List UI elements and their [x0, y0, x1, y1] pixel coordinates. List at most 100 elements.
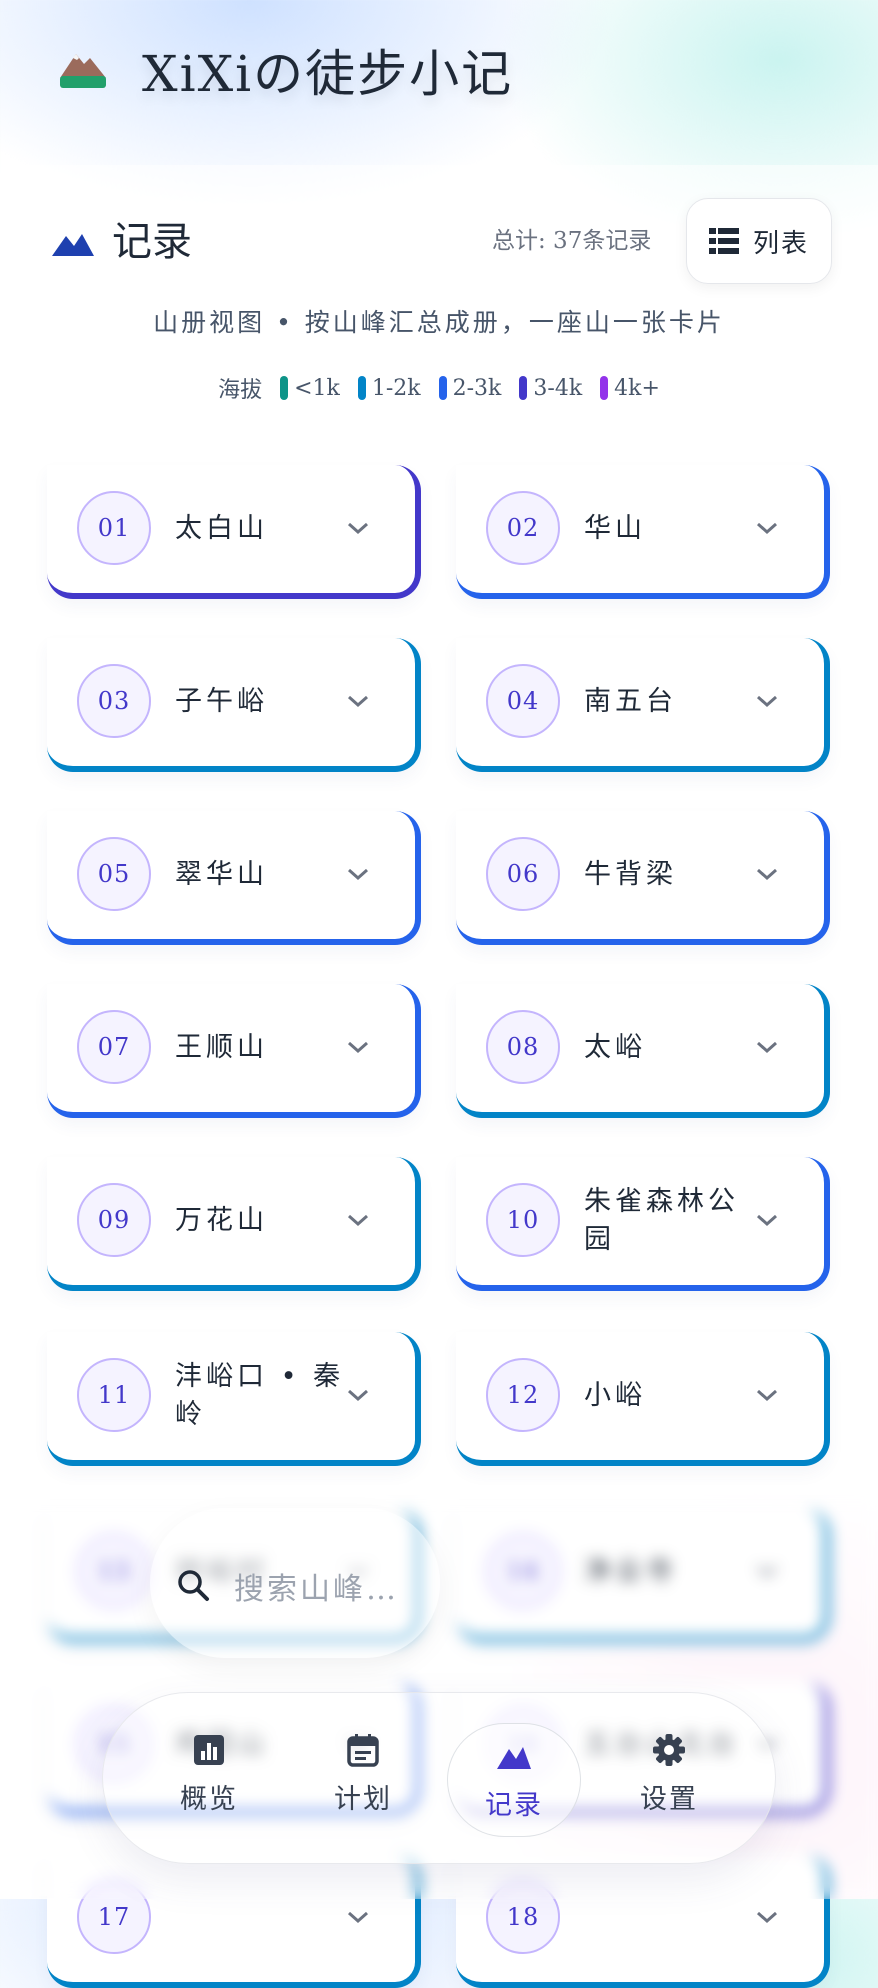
search-input[interactable]: 搜索山峰… — [150, 1508, 440, 1658]
mountain-card[interactable]: 05 翠华山 — [47, 811, 421, 945]
card-number-badge: 07 — [77, 1010, 151, 1084]
view-subtitle: 山册视图 • 按山峰汇总成册，一座山一张卡片 — [153, 308, 725, 337]
card-number-badge: 11 — [77, 1358, 151, 1432]
legend-item-label: 3-4k — [533, 375, 583, 401]
card-number-badge: 06 — [486, 837, 560, 911]
gear-icon — [653, 1734, 685, 1766]
mountain-card[interactable]: 03 子午峪 — [47, 638, 421, 772]
card-name: 太峪 — [584, 1032, 646, 1063]
card-name: 小峪 — [584, 1380, 646, 1411]
app-title: XiXiの徒步小记 — [142, 45, 514, 103]
chevron-down-icon[interactable] — [754, 1908, 780, 1926]
search-placeholder: 搜索山峰… — [234, 1572, 399, 1607]
mountain-card[interactable]: 11 沣峪口 • 秦岭 — [47, 1332, 421, 1466]
card-number-badge: 10 — [486, 1183, 560, 1257]
mountain-card[interactable]: 08 太峪 — [456, 984, 830, 1118]
chevron-down-icon[interactable] — [754, 865, 780, 883]
card-number-badge: 12 — [486, 1358, 560, 1432]
calendar-icon — [347, 1734, 379, 1767]
card-name: 王顺山 — [175, 1032, 268, 1063]
legend-label: 海拔 — [218, 378, 263, 403]
legend-swatch — [280, 376, 289, 400]
chevron-down-icon[interactable] — [345, 1908, 371, 1926]
nav-settings[interactable]: 设置 — [609, 1733, 729, 1833]
mountain-card[interactable]: 10 朱雀森林公园 — [456, 1157, 830, 1291]
legend-item: 1-2k — [357, 375, 421, 401]
legend-item-label: 2-3k — [452, 375, 502, 401]
legend-item: <1k — [280, 376, 340, 401]
card-number-badge: 17 — [77, 1880, 151, 1954]
nav-plan-label: 计划 — [334, 1784, 392, 1815]
card-number-badge: 04 — [486, 664, 560, 738]
bottom-nav: 概览 计划 记录 设置 — [102, 1692, 776, 1864]
nav-records-label: 记录 — [485, 1789, 543, 1821]
card-name: 净业寺 — [584, 1556, 677, 1587]
chevron-down-icon[interactable] — [345, 1211, 371, 1229]
card-number-badge: 05 — [77, 837, 151, 911]
card-number-badge: 08 — [486, 1010, 560, 1084]
legend-swatch — [438, 376, 447, 400]
card-name: 华山 — [584, 513, 646, 544]
mountain-card[interactable]: 02 华山 — [456, 465, 830, 599]
list-view-label: 列表 — [752, 228, 809, 259]
mountain-card[interactable]: 01 太白山 — [47, 465, 421, 599]
list-view-button[interactable]: 列表 — [686, 198, 832, 284]
mountain-section-icon — [52, 234, 94, 256]
card-name: 万花山 — [175, 1205, 268, 1236]
card-name: 沣峪口 • 秦岭 — [175, 1361, 345, 1430]
legend-item: 4k+ — [600, 376, 660, 401]
chevron-down-icon[interactable] — [754, 1562, 780, 1580]
total-count: 总计: 37条记录 — [492, 228, 652, 254]
mountain-card[interactable]: 14 净业寺 — [456, 1508, 830, 1642]
legend-swatch — [600, 376, 609, 400]
chevron-down-icon[interactable] — [345, 1038, 371, 1056]
mountain-logo-icon — [60, 54, 106, 88]
mountain-card[interactable]: 07 王顺山 — [47, 984, 421, 1118]
altitude-legend: 海拔 <1k 1-2k 2-3k 3-4k 4k+ — [0, 372, 878, 404]
mountain-icon — [497, 1746, 531, 1769]
chevron-down-icon[interactable] — [754, 519, 780, 537]
legend-item-label: 4k+ — [614, 375, 660, 401]
card-number-badge: 13 — [77, 1534, 151, 1608]
chevron-down-icon[interactable] — [345, 1386, 371, 1404]
card-name: 南五台 — [584, 686, 677, 717]
card-name: 子午峪 — [175, 686, 268, 717]
nav-overview[interactable]: 概览 — [149, 1733, 269, 1833]
chart-icon — [194, 1735, 224, 1765]
nav-plan[interactable]: 计划 — [303, 1733, 423, 1833]
mountain-card[interactable]: 09 万花山 — [47, 1157, 421, 1291]
mountain-card[interactable]: 17 — [47, 1854, 421, 1988]
chevron-down-icon[interactable] — [754, 1211, 780, 1229]
mountain-card[interactable]: 12 小峪 — [456, 1332, 830, 1466]
chevron-down-icon[interactable] — [345, 865, 371, 883]
mountain-card[interactable]: 04 南五台 — [456, 638, 830, 772]
card-name: 太白山 — [175, 513, 268, 544]
chevron-down-icon[interactable] — [754, 1038, 780, 1056]
card-number-badge: 18 — [486, 1880, 560, 1954]
nav-records[interactable]: 记录 — [447, 1723, 581, 1837]
card-number-badge: 14 — [486, 1534, 560, 1608]
mountain-card[interactable]: 18 — [456, 1854, 830, 1988]
card-name: 翠华山 — [175, 859, 268, 890]
legend-item: 3-4k — [519, 376, 582, 401]
card-name — [584, 1854, 756, 1982]
legend-swatch — [519, 376, 528, 400]
legend-item-label: 1-2k — [371, 375, 421, 401]
nav-overview-label: 概览 — [180, 1784, 238, 1815]
chevron-down-icon[interactable] — [345, 692, 371, 710]
chevron-down-icon[interactable] — [754, 1386, 780, 1404]
mountain-card[interactable]: 06 牛背梁 — [456, 811, 830, 945]
legend-item-label: <1k — [294, 375, 340, 401]
card-number-badge: 09 — [77, 1183, 151, 1257]
chevron-down-icon[interactable] — [345, 519, 371, 537]
section-title: 记录 — [112, 219, 192, 265]
nav-settings-label: 设置 — [640, 1784, 698, 1815]
card-number-badge: 03 — [77, 664, 151, 738]
list-icon — [708, 228, 739, 254]
chevron-down-icon[interactable] — [754, 692, 780, 710]
card-number-badge: 02 — [486, 491, 560, 565]
card-name — [175, 1854, 347, 1982]
search-icon — [178, 1570, 209, 1601]
card-name: 牛背梁 — [584, 859, 677, 890]
legend-swatch — [357, 376, 366, 400]
